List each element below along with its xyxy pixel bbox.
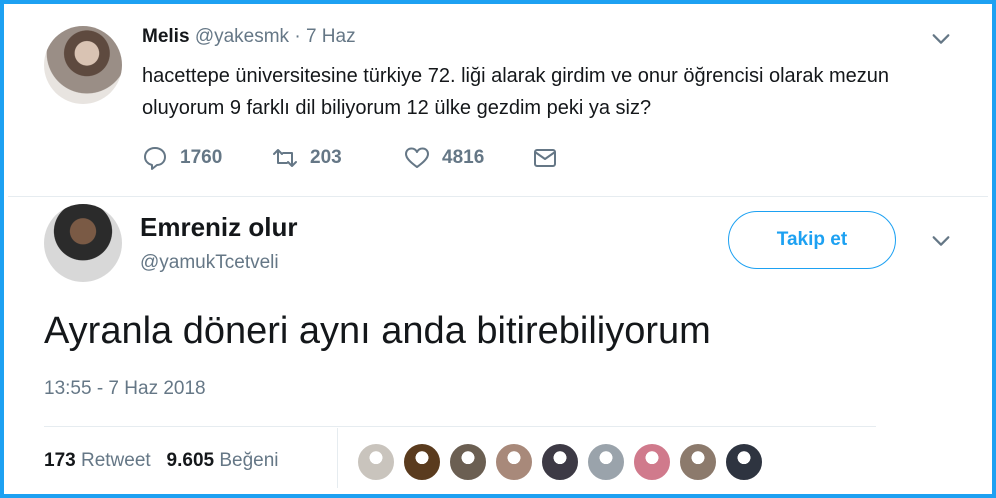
liker-avatar[interactable] xyxy=(586,442,626,482)
emreniz-avatar[interactable] xyxy=(44,204,122,282)
reply-button[interactable]: 1760 xyxy=(142,142,222,174)
chevron-down-icon[interactable] xyxy=(930,230,952,252)
quoted-tweet-date[interactable]: 7 Haz xyxy=(306,26,356,47)
screenshot-frame: Melis @yakesmk · 7 Haz hacettepe ünivers… xyxy=(0,0,996,498)
author-handle[interactable]: @yamukTcetveli xyxy=(140,252,279,274)
direct-message-button[interactable] xyxy=(532,142,558,174)
retweet-icon xyxy=(273,149,297,167)
retweet-total-label[interactable]: Retweet xyxy=(81,450,151,471)
reply-count: 1760 xyxy=(180,147,223,168)
liker-avatar[interactable] xyxy=(402,442,442,482)
liker-avatar[interactable] xyxy=(632,442,672,482)
like-button[interactable]: 4816 xyxy=(404,142,484,174)
liker-avatar[interactable] xyxy=(356,442,396,482)
like-total[interactable]: 9.605 xyxy=(167,450,215,471)
envelope-icon xyxy=(534,149,556,167)
chevron-down-icon[interactable] xyxy=(930,28,952,50)
tweet-stats: 173 Retweet 9.605 Beğeni xyxy=(44,450,279,472)
heart-icon xyxy=(405,147,429,168)
tweet-timestamp[interactable]: 13:55 - 7 Haz 2018 xyxy=(44,378,206,400)
liker-avatar[interactable] xyxy=(724,442,764,482)
liker-avatar[interactable] xyxy=(494,442,534,482)
reply-icon xyxy=(144,147,166,170)
quoted-tweet-text: hacettepe üniversitesine türkiye 72. liğ… xyxy=(142,65,890,119)
retweet-count: 203 xyxy=(310,147,342,168)
quoted-author-handle[interactable]: @yakesmk xyxy=(195,26,289,47)
liker-avatar[interactable] xyxy=(448,442,488,482)
liker-avatar[interactable] xyxy=(540,442,580,482)
quoted-author-name[interactable]: Melis xyxy=(142,26,190,47)
tweet-divider xyxy=(8,196,988,197)
retweet-total[interactable]: 173 xyxy=(44,450,76,471)
retweet-button[interactable]: 203 xyxy=(272,142,342,174)
melis-avatar[interactable] xyxy=(44,26,122,104)
quoted-tweet-header: Melis @yakesmk · 7 Haz xyxy=(142,26,356,48)
liker-avatar[interactable] xyxy=(678,442,718,482)
tweet-text: Ayranla döneri aynı anda bitirebiliyorum xyxy=(44,310,711,352)
header-separator: · xyxy=(294,26,301,47)
follow-button[interactable]: Takip et xyxy=(728,211,896,269)
author-name[interactable]: Emreniz olur xyxy=(140,212,297,243)
stats-separator xyxy=(337,428,338,488)
like-total-label[interactable]: Beğeni xyxy=(219,450,278,471)
like-count: 4816 xyxy=(442,147,485,168)
stats-divider xyxy=(44,426,876,427)
